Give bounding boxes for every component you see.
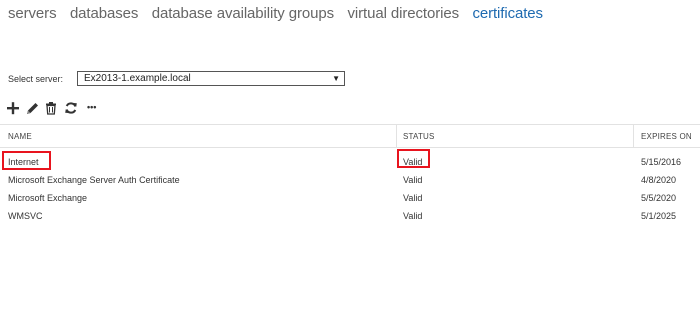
column-divider: [633, 125, 634, 147]
tab-databases[interactable]: databases: [70, 5, 138, 22]
cell-name: WMSVC: [8, 211, 43, 221]
column-divider: [396, 125, 397, 147]
cell-expires: 5/1/2025: [641, 211, 677, 221]
refresh-icon[interactable]: [64, 100, 78, 116]
tab-servers[interactable]: servers: [8, 5, 57, 22]
column-header-expires[interactable]: EXPIRES ON: [641, 132, 692, 141]
select-server-label: Select server:: [8, 74, 64, 84]
table-row[interactable]: Microsoft Exchange Valid 5/5/2020: [0, 189, 700, 207]
cell-expires: 5/5/2020: [641, 193, 677, 203]
cell-status: Valid: [403, 211, 423, 221]
server-select-dropdown[interactable]: Ex2013-1.example.local ▼: [77, 71, 345, 86]
table-row[interactable]: Internet Valid 5/15/2016: [0, 153, 700, 171]
cell-status: Valid: [403, 193, 423, 203]
cell-expires: 5/15/2016: [641, 157, 682, 167]
cell-status: Valid: [403, 175, 423, 185]
table-row[interactable]: Microsoft Exchange Server Auth Certifica…: [0, 171, 700, 189]
add-icon[interactable]: [6, 100, 20, 116]
certificates-table: NAME STATUS EXPIRES ON Internet Valid 5/…: [0, 124, 700, 225]
column-header-name[interactable]: NAME: [8, 132, 32, 141]
cell-name: Microsoft Exchange Server Auth Certifica…: [8, 175, 180, 185]
cell-name: Microsoft Exchange: [8, 193, 88, 203]
more-icon[interactable]: •••: [87, 102, 103, 118]
edit-icon[interactable]: [25, 100, 39, 116]
chevron-down-icon: ▼: [332, 74, 340, 83]
column-header-status[interactable]: STATUS: [403, 132, 435, 141]
cell-expires: 4/8/2020: [641, 175, 677, 185]
table-row[interactable]: WMSVC Valid 5/1/2025: [0, 207, 700, 225]
tab-database-availability-groups[interactable]: database availability groups: [152, 5, 334, 22]
tab-certificates[interactable]: certificates: [472, 5, 543, 22]
highlight-box-name: [2, 151, 51, 170]
highlight-box-status: [397, 149, 430, 168]
top-nav: servers databases database availability …: [8, 5, 552, 23]
delete-icon[interactable]: [44, 100, 58, 116]
table-header: NAME STATUS EXPIRES ON: [0, 124, 700, 148]
server-select-value: Ex2013-1.example.local: [84, 73, 191, 84]
tab-virtual-directories[interactable]: virtual directories: [348, 5, 460, 22]
